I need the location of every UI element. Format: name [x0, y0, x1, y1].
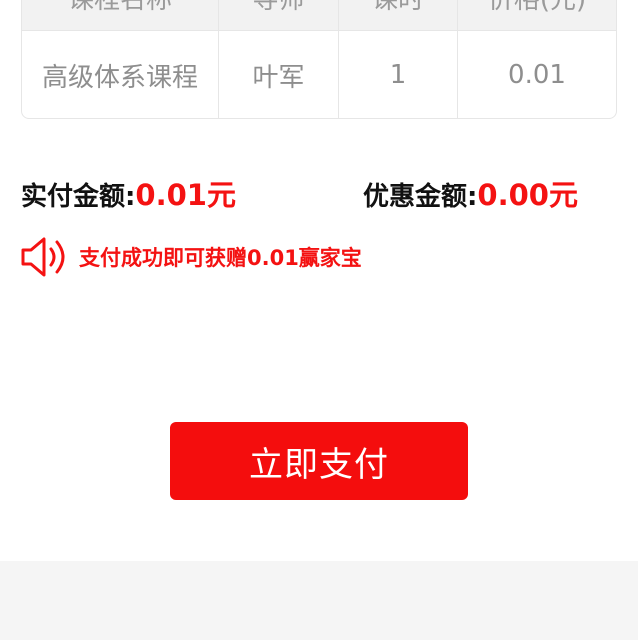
discount-amount-label: 优惠金额:	[363, 182, 478, 212]
reward-notice-text: 支付成功即可获赠0.01赢家宝	[79, 246, 362, 270]
cell-course-name: 高级体系课程	[22, 31, 219, 118]
order-card: 课程名称 导师 课时 价格(元) 高级体系课程 叶军 1 0.01 实付金额:0…	[0, 0, 638, 561]
paid-amount-value: 0.01元	[135, 178, 236, 212]
speaker-icon	[19, 233, 71, 281]
course-table: 课程名称 导师 课时 价格(元) 高级体系课程 叶军 1 0.01	[21, 0, 617, 119]
paid-amount: 实付金额:0.01元	[21, 173, 236, 219]
cell-price: 0.01	[508, 60, 566, 90]
header-tutor: 导师	[219, 0, 339, 30]
cell-tutor: 叶军	[219, 31, 339, 118]
cell-lessons: 1	[339, 31, 458, 118]
header-price: 价格(元)	[487, 0, 587, 15]
table-header: 课程名称 导师 课时 价格(元)	[22, 0, 616, 30]
discount-amount-value: 0.00元	[477, 178, 578, 212]
discount-amount: 优惠金额:0.00元	[363, 173, 578, 219]
pay-now-button[interactable]: 立即支付	[170, 422, 468, 500]
header-course-name: 课程名称	[22, 0, 219, 30]
table-row: 高级体系课程 叶军 1 0.01	[22, 30, 616, 118]
paid-amount-label: 实付金额:	[21, 182, 136, 212]
reward-notice: 支付成功即可获赠0.01赢家宝	[19, 233, 362, 281]
header-lessons: 课时	[339, 0, 458, 30]
